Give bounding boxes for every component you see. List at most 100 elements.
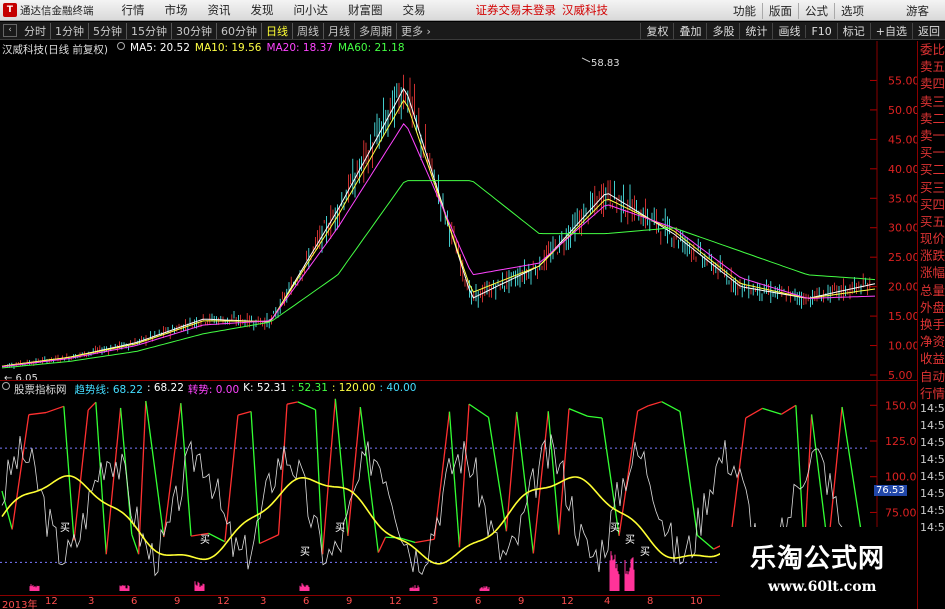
side-item-11[interactable]: 现价 (918, 230, 945, 247)
menu-trade[interactable]: 交易 (393, 2, 436, 18)
btn-stats[interactable]: 统计 (739, 23, 772, 39)
period-more-label: 更多 (401, 24, 423, 38)
period-more[interactable]: 更多 › (396, 22, 435, 39)
guest-login[interactable]: 游客 (900, 3, 935, 19)
ma60-label: MA60: 21.18 (337, 42, 405, 54)
menu-layout[interactable]: 版面 (762, 2, 798, 19)
side-item-9[interactable]: 买四 (918, 196, 945, 213)
k-segment (729, 417, 747, 542)
menu-options[interactable]: 选项 (834, 2, 870, 19)
side-item-2[interactable]: 卖四 (918, 75, 945, 92)
ma-line-ma60 (1, 180, 876, 369)
date-tick-label: 4 (604, 596, 611, 607)
btn-draw[interactable]: 画线 (772, 23, 805, 39)
k-segment (63, 406, 75, 541)
period-toolbar: ‹ 分时 1分钟 5分钟 15分钟 30分钟 60分钟 日线 周线 月线 多周期… (0, 22, 945, 40)
side-item-3[interactable]: 卖三 (918, 93, 945, 110)
side-item-17[interactable]: 净资 (918, 333, 945, 350)
period-5min[interactable]: 5分钟 (88, 22, 126, 39)
price-y-tick-label: 50.00 (888, 104, 917, 117)
tick-time: 14:50 (920, 503, 945, 517)
side-item-0[interactable]: 委比 (918, 41, 945, 58)
period-15min[interactable]: 15分钟 (126, 22, 171, 39)
side-item-20[interactable]: 行情 (918, 385, 945, 402)
ind-k-label: K: 52.31 (243, 382, 287, 394)
side-item-14[interactable]: 总量 (918, 282, 945, 299)
menu-wealth[interactable]: 财富圈 (338, 2, 393, 18)
menu-formula[interactable]: 公式 (798, 2, 834, 19)
period-30min[interactable]: 30分钟 (171, 22, 216, 39)
side-item-7[interactable]: 买二 (918, 161, 945, 178)
k-segment (505, 411, 518, 532)
menu-discover[interactable]: 发现 (241, 2, 284, 18)
menu-news[interactable]: 资讯 (198, 2, 241, 18)
date-tick-label: 8 (647, 596, 654, 607)
side-item-13[interactable]: 涨幅 (918, 264, 945, 281)
ind-y-tick-label: 100.0 (885, 471, 917, 484)
side-quote-panel: 委比 卖五 卖四 卖三 卖二 卖一 买一 买二 买三 买四 买五 现价 涨跌 涨幅 总量 外盘 换手 净资 收益 自动… (917, 41, 945, 609)
ind-y-tick-label: 125.0 (885, 435, 917, 448)
btn-back[interactable]: 返回 (912, 23, 945, 39)
side-item-4[interactable]: 卖二 (918, 110, 945, 127)
side-item-5[interactable]: 卖一 (918, 127, 945, 144)
price-y-tick-label: 55.00 (888, 74, 917, 87)
k-segment (762, 407, 782, 415)
period-daily[interactable]: 日线 (261, 22, 292, 39)
k-segment (487, 417, 508, 532)
collapse-left-icon[interactable]: ‹ (3, 24, 17, 37)
k-segment (250, 411, 261, 544)
tick-time: 14:50 (920, 486, 945, 500)
side-item-1[interactable]: 卖五 (918, 58, 945, 75)
menu-quotes[interactable]: 行情 (112, 2, 155, 18)
tick-time: 14:50 (920, 520, 945, 534)
menu-market[interactable]: 市场 (155, 2, 198, 18)
ind-value-label: : 68.22 (146, 382, 184, 394)
k-segment (745, 407, 763, 419)
k-segment (28, 411, 47, 416)
side-item-18[interactable]: 收益 (918, 350, 945, 367)
side-item-16[interactable]: 换手 (918, 316, 945, 333)
k-segment (297, 401, 316, 411)
k-segment (321, 398, 337, 555)
k-segment (237, 410, 252, 416)
menu-function[interactable]: 功能 (727, 3, 762, 19)
chart-settings-icon[interactable] (117, 42, 126, 50)
date-tick-label: 12 (561, 596, 574, 607)
price-y-tick-label: 20.00 (888, 281, 917, 294)
period-1min[interactable]: 1分钟 (50, 22, 88, 39)
btn-multi-stock[interactable]: 多股 (706, 23, 739, 39)
btn-mark[interactable]: 标记 (836, 23, 870, 39)
btn-add-watchlist[interactable]: +自选 (869, 23, 912, 39)
side-item-19[interactable]: 自动 (918, 368, 945, 385)
date-tick-label: 6 (131, 596, 138, 607)
watermark-url: www.60lt.com (768, 579, 877, 595)
period-tick[interactable]: 分时 (20, 23, 50, 39)
price-chart-pane[interactable]: 汉威科技(日线 前复权) MA5: 20.52 MA10: 19.56 MA20… (0, 41, 917, 380)
side-item-6[interactable]: 买一 (918, 144, 945, 161)
date-tick-label: 2013年 (2, 600, 38, 609)
period-multi[interactable]: 多周期 (354, 22, 396, 39)
menu-ask[interactable]: 问小达 (284, 2, 339, 18)
price-y-tick-label: 5.00 (888, 369, 913, 380)
price-y-tick-label: 35.00 (888, 192, 917, 205)
side-item-12[interactable]: 涨跌 (918, 247, 945, 264)
date-tick-label: 6 (475, 596, 482, 607)
side-item-10[interactable]: 买五 (918, 213, 945, 230)
period-60min[interactable]: 60分钟 (216, 22, 261, 39)
price-y-tick-label: 45.00 (888, 133, 917, 146)
btn-f10[interactable]: F10 (805, 24, 836, 38)
side-item-15[interactable]: 外盘 (918, 299, 945, 316)
k-segment (532, 411, 549, 554)
side-item-8[interactable]: 买三 (918, 179, 945, 196)
btn-adjust[interactable]: 复权 (640, 23, 673, 39)
btn-overlay[interactable]: 叠加 (673, 23, 706, 39)
period-monthly[interactable]: 月线 (323, 22, 354, 39)
indicator-settings-icon[interactable] (2, 382, 10, 390)
ma5-label: MA5: 20.52 (130, 42, 190, 54)
trade-login-warning[interactable]: 证券交易未登录 (476, 2, 557, 18)
high-price-label: 58.83 (591, 58, 620, 69)
k-segment (11, 414, 30, 530)
current-stock-name: 汉威科技 (562, 3, 608, 17)
ind-turn-label: 转势: 0.00 (187, 384, 240, 396)
period-weekly[interactable]: 周线 (292, 22, 323, 39)
